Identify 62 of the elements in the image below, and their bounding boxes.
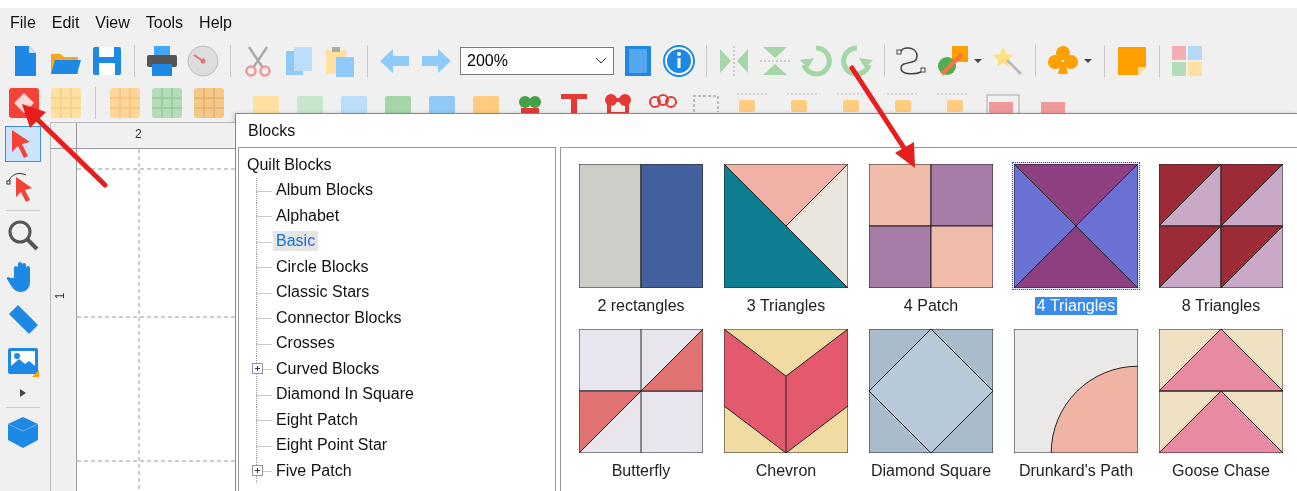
- color-grid-icon[interactable]: [1170, 44, 1204, 78]
- block-name: Diamond Square: [869, 462, 993, 480]
- block-name: 4 Patch: [902, 297, 960, 315]
- ruler-label: 2: [135, 127, 142, 141]
- block-name: 3 Triangles: [745, 297, 827, 315]
- info-icon[interactable]: [662, 44, 696, 78]
- paste-icon[interactable]: [323, 44, 357, 78]
- tree-item[interactable]: Eight Point Star: [273, 435, 391, 456]
- cube-icon: [6, 415, 40, 449]
- block-name: Butterfly: [610, 462, 672, 480]
- ruler-label: 1: [53, 292, 68, 300]
- tree-item[interactable]: Alphabet: [273, 205, 343, 226]
- search-icon: [6, 218, 40, 252]
- menu-item[interactable]: Tools: [137, 14, 192, 32]
- menu-item[interactable]: Help: [191, 14, 240, 32]
- tree-item[interactable]: Diamond In Square: [273, 384, 417, 405]
- block-thumbnail[interactable]: [577, 162, 705, 290]
- rotate-right-icon[interactable]: [840, 44, 874, 78]
- triangle-icon: [19, 388, 27, 398]
- pencil-icon[interactable]: [936, 44, 984, 78]
- crop-icon[interactable]: [691, 92, 721, 113]
- block-thumbnail[interactable]: [1157, 327, 1285, 455]
- menu-item[interactable]: View: [87, 14, 138, 32]
- block-thumbnail[interactable]: [1157, 162, 1285, 290]
- block-thumbnail[interactable]: [867, 327, 995, 455]
- gauge-icon[interactable]: [186, 44, 220, 78]
- tree-item[interactable]: Circle Blocks: [273, 256, 372, 277]
- tree-item[interactable]: Eight Patch: [273, 409, 361, 430]
- block-thumbnail[interactable]: [1012, 162, 1140, 290]
- tree-item[interactable]: Curved Blocks: [273, 358, 383, 379]
- menu-item[interactable]: Edit: [43, 14, 88, 32]
- block-name: Goose Chase: [1171, 462, 1271, 480]
- block-thumbnail[interactable]: [722, 327, 850, 455]
- block-thumbnail[interactable]: [577, 327, 705, 455]
- panel-title: Blocks: [247, 120, 297, 141]
- tree-item[interactable]: Classic Stars: [273, 282, 373, 303]
- block-name: Chevron: [754, 462, 818, 480]
- tree-root[interactable]: Quilt Blocks: [247, 152, 555, 178]
- menu-item[interactable]: File: [2, 14, 44, 32]
- tree-item[interactable]: Connector Blocks: [273, 307, 405, 328]
- save-icon[interactable]: [90, 44, 124, 78]
- block-thumbnail[interactable]: [722, 162, 850, 290]
- block-name: 2 rectangles: [596, 297, 686, 315]
- block-thumbnail[interactable]: [1012, 327, 1140, 455]
- tree-item[interactable]: Five Patch: [273, 460, 355, 481]
- curve-icon[interactable]: [895, 44, 929, 78]
- block-name: 8 Triangles: [1180, 297, 1262, 315]
- tree-item[interactable]: Basic: [273, 231, 319, 252]
- sticky-note-icon[interactable]: [1115, 44, 1149, 78]
- caret-icon: [595, 57, 607, 65]
- printer-icon[interactable]: [145, 44, 179, 78]
- tool-button[interactable]: [5, 126, 41, 162]
- tree-item[interactable]: Crosses: [273, 333, 338, 354]
- expand-icon[interactable]: [252, 363, 263, 375]
- tool-button[interactable]: [5, 414, 41, 450]
- expand-icon[interactable]: [252, 465, 263, 477]
- zoom-dropdown[interactable]: 200%: [460, 47, 614, 75]
- tree-item[interactable]: Album Blocks: [273, 180, 376, 201]
- group-icon[interactable]: [985, 92, 1021, 113]
- block-name: 4 Triangles: [1034, 297, 1118, 315]
- block-thumbnail[interactable]: [867, 162, 995, 290]
- block-name: Drunkard's Path: [1017, 462, 1135, 480]
